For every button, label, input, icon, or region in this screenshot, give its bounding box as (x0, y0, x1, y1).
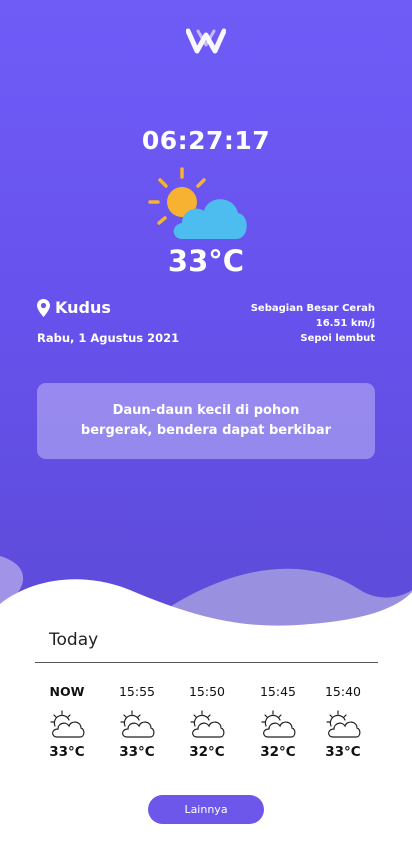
current-date: Rabu, 1 Agustus 2021 (37, 331, 180, 345)
forecast-item: 15:55 33°C (107, 684, 167, 760)
forecast-temp: 33°C (325, 744, 361, 760)
location-name: Kudus (55, 298, 111, 317)
forecast-temp: 33°C (49, 744, 85, 760)
forecast-time: NOW (49, 684, 85, 699)
cloud-sun-outline-icon (326, 710, 361, 738)
divider (35, 662, 378, 663)
condition-text: Sebagian Besar Cerah (250, 303, 375, 314)
today-title: Today (49, 630, 99, 650)
forecast-time: 15:55 (118, 684, 156, 699)
forecast-item-now: NOW 33°C (37, 684, 97, 760)
location: Kudus (37, 298, 111, 317)
wind-description-card: Daun-daun kecil di pohon bergerak, bende… (37, 383, 375, 459)
current-time: 06:27:17 (141, 126, 271, 155)
more-button[interactable]: Lainnya (148, 795, 264, 824)
weather-app: 06:27:17 33°C Kudus Rabu, 1 Agustus 2021… (0, 0, 412, 847)
forecast-time: 15:50 (188, 684, 226, 699)
cloud-sun-outline-icon (50, 710, 85, 738)
forecast-item: 15:50 32°C (177, 684, 237, 760)
forecast-item: 15:45 32°C (248, 684, 308, 760)
wind-description: Daun-daun kecil di pohon bergerak, bende… (80, 403, 332, 438)
forecast-time: 15:40 (324, 684, 362, 699)
cloud-sun-outline-icon (120, 710, 155, 738)
forecast-temp: 32°C (189, 744, 225, 760)
cloud-sun-outline-icon (261, 710, 296, 738)
wind-name: Sepoi lembut (300, 333, 375, 344)
forecast-item: 15:40 33°C (313, 684, 373, 760)
wind-speed: 16.51 km/j (315, 318, 375, 329)
cloud-sun-outline-icon (190, 710, 225, 738)
forecast-temp: 32°C (260, 744, 296, 760)
location-pin-icon (37, 298, 50, 317)
current-temperature: 33°C (167, 244, 245, 278)
weather-details: Sebagian Besar Cerah 16.51 km/j Sepoi le… (251, 301, 375, 346)
forecast-temp: 33°C (119, 744, 155, 760)
sun-cloud-icon (148, 167, 247, 239)
forecast-time: 15:45 (259, 684, 297, 699)
w-logo (186, 28, 226, 54)
